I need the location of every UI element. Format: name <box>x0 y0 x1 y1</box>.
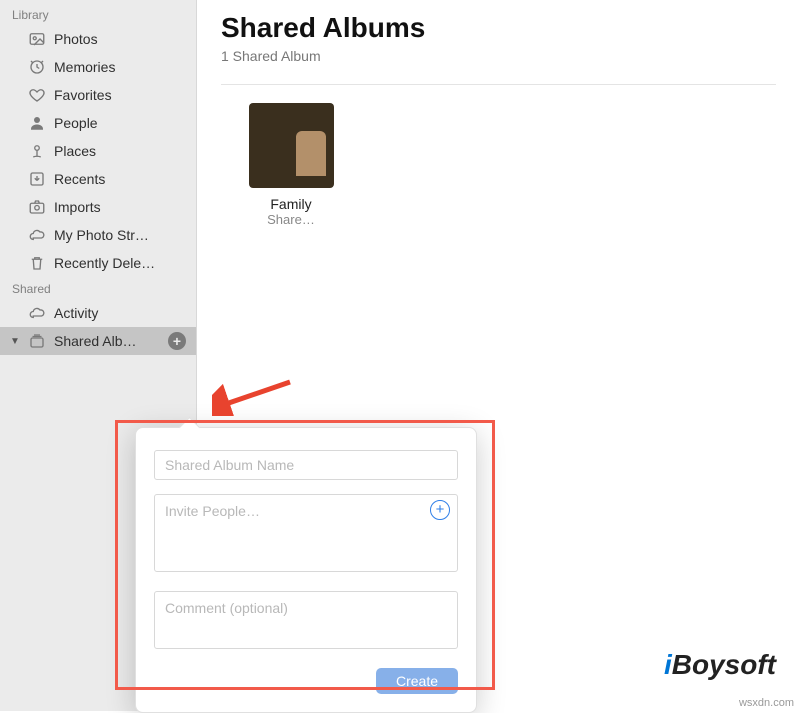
album-tile[interactable]: Family Share… <box>221 103 361 227</box>
sidebar-item-recents[interactable]: Recents <box>0 165 196 193</box>
add-invitee-button[interactable]: + <box>430 500 450 520</box>
photos-icon <box>28 30 46 48</box>
album-thumbnail <box>249 103 334 188</box>
watermark-rest: Boysoft <box>672 649 776 680</box>
sidebar-item-label: Activity <box>54 305 186 321</box>
pin-icon <box>28 142 46 160</box>
sidebar-item-label: Imports <box>54 199 186 215</box>
sidebar-item-imports[interactable]: Imports <box>0 193 196 221</box>
shared-header: Shared <box>0 277 196 299</box>
page-subtitle: 1 Shared Album <box>221 48 776 64</box>
sidebar-item-label: Favorites <box>54 87 186 103</box>
sidebar-item-label: Photos <box>54 31 186 47</box>
heart-icon <box>28 86 46 104</box>
sidebar-item-label: Recently Dele… <box>54 255 186 271</box>
sidebar-item-people[interactable]: People <box>0 109 196 137</box>
sidebar-item-label: Memories <box>54 59 186 75</box>
sidebar-item-shared-albums[interactable]: ▼ Shared Alb… + <box>0 327 196 355</box>
comment-input[interactable] <box>154 591 458 649</box>
person-icon <box>28 114 46 132</box>
create-button[interactable]: Create <box>376 668 458 694</box>
memories-icon <box>28 58 46 76</box>
camera-icon <box>28 198 46 216</box>
sidebar-item-activity[interactable]: Activity <box>0 299 196 327</box>
sidebar-item-photos[interactable]: Photos <box>0 25 196 53</box>
album-caption: Share… <box>221 212 361 227</box>
chevron-down-icon[interactable]: ▼ <box>10 336 20 347</box>
cloud-icon <box>28 304 46 322</box>
album-stack-icon <box>28 332 46 350</box>
sidebar-item-label: Shared Alb… <box>54 333 160 349</box>
watermark-i: i <box>664 649 672 680</box>
page-title: Shared Albums <box>221 12 776 44</box>
source-label: wsxdn.com <box>739 697 794 709</box>
invite-people-input[interactable] <box>154 494 458 572</box>
cloud-icon <box>28 226 46 244</box>
sidebar-item-label: People <box>54 115 186 131</box>
sidebar-item-places[interactable]: Places <box>0 137 196 165</box>
download-icon <box>28 170 46 188</box>
sidebar-item-label: My Photo Str… <box>54 227 186 243</box>
album-name-input[interactable] <box>154 450 458 480</box>
sidebar-item-label: Places <box>54 143 186 159</box>
divider <box>221 84 776 85</box>
sidebar-item-photostream[interactable]: My Photo Str… <box>0 221 196 249</box>
new-shared-album-popover: + Create <box>135 427 477 713</box>
sidebar-item-memories[interactable]: Memories <box>0 53 196 81</box>
album-name: Family <box>221 196 361 212</box>
sidebar-item-favorites[interactable]: Favorites <box>0 81 196 109</box>
watermark: iBoysoft <box>664 649 776 681</box>
sidebar-item-label: Recents <box>54 171 186 187</box>
add-shared-album-button[interactable]: + <box>168 332 186 350</box>
trash-icon <box>28 254 46 272</box>
library-header: Library <box>0 3 196 25</box>
sidebar-item-recently-deleted[interactable]: Recently Dele… <box>0 249 196 277</box>
